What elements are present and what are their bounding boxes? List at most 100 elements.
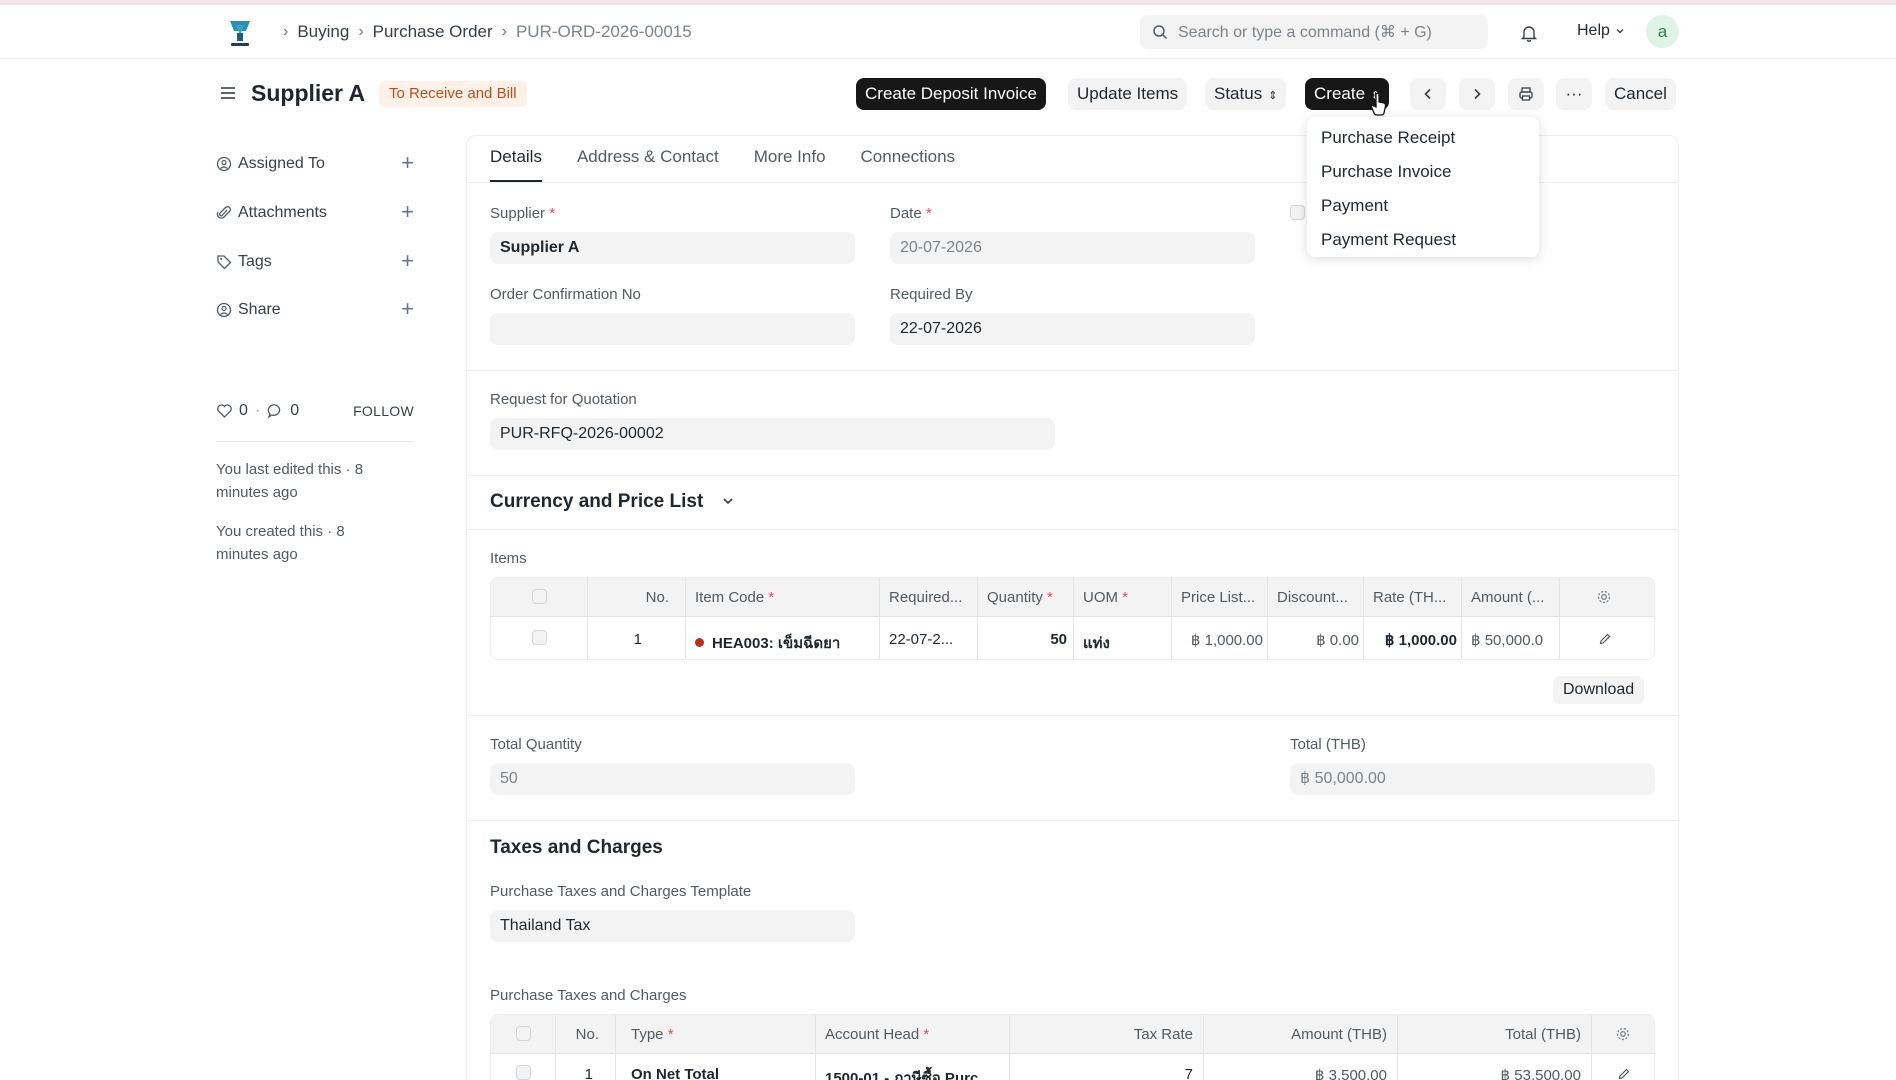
print-button[interactable] xyxy=(1508,78,1544,110)
col-required-by: Required... xyxy=(889,589,963,606)
total-thb-label: Total (THB) xyxy=(1290,736,1366,753)
col-tax-rate: Tax Rate xyxy=(1133,1026,1193,1043)
bell-icon[interactable] xyxy=(1520,24,1538,47)
tab-connections[interactable]: Connections xyxy=(861,147,956,182)
supplier-label: Supplier * xyxy=(490,205,556,222)
heart-icon[interactable] xyxy=(216,403,233,419)
search-input[interactable]: Search or type a command (⌘ + G) xyxy=(1140,15,1488,49)
status-badge: To Receive and Bill xyxy=(379,81,527,107)
chevron-left-icon xyxy=(1424,88,1431,100)
search-placeholder: Search or type a command (⌘ + G) xyxy=(1178,24,1432,41)
comments-count: 0 xyxy=(290,402,300,419)
breadcrumb-purchase-order[interactable]: Purchase Order xyxy=(373,22,493,42)
rfq-label: Request for Quotation xyxy=(490,391,637,408)
col-quantity: Quantity * xyxy=(987,589,1053,606)
tax-template-field[interactable]: Thailand Tax xyxy=(490,910,855,942)
app-logo[interactable] xyxy=(224,17,256,49)
sidebar-item-tags[interactable]: Tags + xyxy=(216,250,414,274)
sidebar-item-attachments[interactable]: Attachments + xyxy=(216,201,414,225)
pencil-edit-icon[interactable] xyxy=(1617,1067,1631,1080)
col-total: Total (THB) xyxy=(1505,1026,1581,1043)
required-by-label: Required By xyxy=(890,286,973,303)
rfq-field[interactable]: PUR-RFQ-2026-00002 xyxy=(490,418,1055,450)
search-icon xyxy=(1153,25,1168,40)
menu-item-purchase-invoice[interactable]: Purchase Invoice xyxy=(1307,155,1539,189)
total-thb-field: ฿ 50,000.00 xyxy=(1290,763,1655,795)
tab-details[interactable]: Details xyxy=(490,147,542,182)
supplier-field[interactable]: Supplier A xyxy=(490,232,855,264)
select-all-checkbox[interactable] xyxy=(516,1026,531,1041)
row-required-by[interactable]: 22-07-2... xyxy=(889,631,975,648)
row-total: ฿ 53,500.00 xyxy=(1500,1067,1581,1080)
sidebar-item-label: Share xyxy=(238,301,281,318)
row-uom[interactable]: แท่ง xyxy=(1083,631,1169,655)
previous-doc-button[interactable] xyxy=(1410,78,1446,110)
create-dropdown-menu: Purchase Receipt Purchase Invoice Paymen… xyxy=(1307,117,1539,257)
col-account-head: Account Head * xyxy=(825,1026,930,1043)
breadcrumb-current: PUR-ORD-2026-00015 xyxy=(515,22,692,41)
tax-template-label: Purchase Taxes and Charges Template xyxy=(490,883,752,900)
checkbox[interactable] xyxy=(1290,205,1305,220)
cancel-button[interactable]: Cancel xyxy=(1605,78,1676,110)
gear-icon[interactable] xyxy=(1596,589,1612,610)
update-items-button[interactable]: Update Items xyxy=(1068,78,1188,110)
download-button[interactable]: Download xyxy=(1553,676,1645,704)
row-amount: ฿ 3,500.00 xyxy=(1314,1067,1387,1080)
status-button[interactable]: Status ⇕ xyxy=(1205,78,1287,110)
section-divider xyxy=(467,820,1678,821)
pencil-edit-icon[interactable] xyxy=(1598,632,1612,651)
breadcrumb-buying[interactable]: Buying xyxy=(297,22,349,42)
row-rate[interactable]: ฿ 1,000.00 xyxy=(1373,631,1457,649)
sidebar-item-assigned-to[interactable]: Assigned To + xyxy=(216,152,414,176)
gear-icon[interactable] xyxy=(1615,1026,1631,1047)
follow-button[interactable]: FOLLOW xyxy=(353,403,414,419)
plus-icon[interactable]: + xyxy=(401,250,414,272)
col-item-code: Item Code * xyxy=(695,589,775,606)
currency-section-title[interactable]: Currency and Price List xyxy=(490,491,735,513)
chevron-right-icon: › xyxy=(501,23,507,40)
sidebar-toggle-icon[interactable] xyxy=(219,84,237,107)
row-account-head[interactable]: 1500-01 - ภาษีซื้อ Purc... xyxy=(825,1066,1005,1080)
menu-item-purchase-receipt[interactable]: Purchase Receipt xyxy=(1307,121,1539,155)
row-no: 1 xyxy=(633,631,642,648)
user-assign-icon xyxy=(216,156,232,172)
create-deposit-invoice-button[interactable]: Create Deposit Invoice xyxy=(856,78,1046,110)
order-confirmation-label: Order Confirmation No xyxy=(490,286,641,303)
row-checkbox[interactable] xyxy=(516,1065,531,1080)
tab-more-info[interactable]: More Info xyxy=(754,147,826,182)
tab-address-contact[interactable]: Address & Contact xyxy=(577,147,719,182)
section-divider xyxy=(467,370,1678,371)
likes-count: 0 xyxy=(239,402,248,419)
row-quantity[interactable]: 50 xyxy=(987,631,1067,648)
row-discount: ฿ 0.00 xyxy=(1316,632,1359,649)
plus-icon[interactable]: + xyxy=(401,152,414,174)
col-amount: Amount (... xyxy=(1471,589,1545,606)
row-type[interactable]: On Net Total xyxy=(631,1066,811,1080)
taxes-section-title: Taxes and Charges xyxy=(490,837,663,858)
sidebar-item-share[interactable]: Share + xyxy=(216,298,414,322)
more-actions-button[interactable]: ··· xyxy=(1556,78,1592,110)
row-tax-rate[interactable]: 7 xyxy=(1019,1066,1193,1080)
row-item-code[interactable]: HEA003: เข็มฉีดยา xyxy=(695,631,877,655)
col-discount: Discount... xyxy=(1277,589,1348,606)
menu-item-payment-request[interactable]: Payment Request xyxy=(1307,223,1539,257)
chevron-down-icon xyxy=(723,498,733,505)
taxes-table-label: Purchase Taxes and Charges xyxy=(490,987,687,1004)
plus-icon[interactable]: + xyxy=(401,298,414,320)
section-divider xyxy=(467,529,1678,530)
sidebar-item-label: Tags xyxy=(238,253,272,270)
menu-item-payment[interactable]: Payment xyxy=(1307,189,1539,223)
avatar[interactable]: a xyxy=(1646,15,1679,48)
comment-icon[interactable] xyxy=(267,403,284,419)
chevron-down-icon xyxy=(1616,29,1624,34)
select-all-checkbox[interactable] xyxy=(532,589,547,604)
plus-icon[interactable]: + xyxy=(401,201,414,223)
date-field[interactable]: 20-07-2026 xyxy=(890,232,1255,264)
chevron-right-icon: › xyxy=(358,23,364,40)
chevron-right-icon: › xyxy=(283,23,289,40)
row-checkbox[interactable] xyxy=(532,630,547,645)
order-confirmation-field[interactable] xyxy=(490,313,855,345)
next-doc-button[interactable] xyxy=(1459,78,1495,110)
help-dropdown[interactable]: Help xyxy=(1577,22,1626,40)
required-by-field[interactable]: 22-07-2026 xyxy=(890,313,1255,345)
